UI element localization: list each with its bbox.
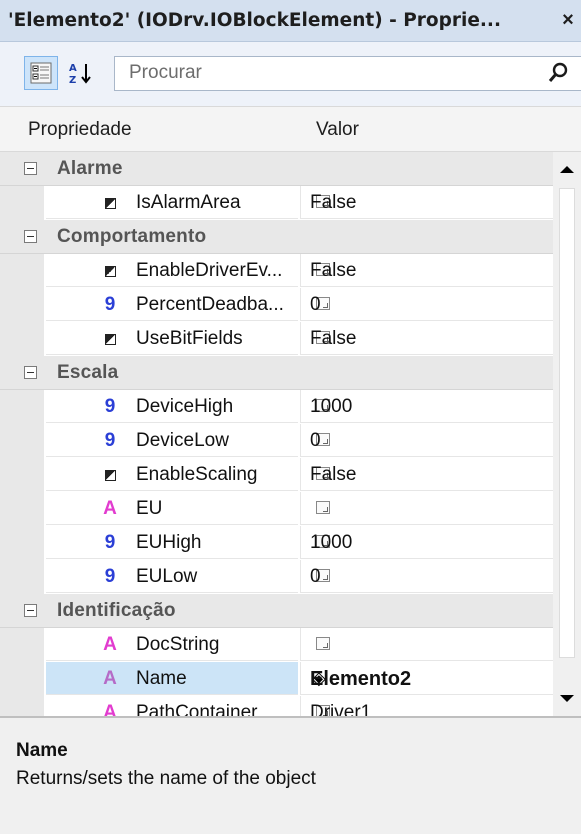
column-header-property: Propriedade: [28, 119, 132, 140]
boolean-icon: [100, 465, 120, 485]
property-value[interactable]: Elemento2: [310, 668, 411, 691]
search-input[interactable]: [115, 57, 529, 88]
property-value[interactable]: False: [310, 192, 356, 214]
vertical-scrollbar[interactable]: [553, 152, 581, 716]
category-escala[interactable]: Escala: [0, 356, 553, 390]
column-header-value: Valor: [316, 119, 359, 140]
number-icon: 9: [104, 532, 116, 553]
collapse-icon[interactable]: [24, 604, 37, 617]
property-grid: Alarme IsAlarmArea False Comportamento E…: [0, 152, 553, 716]
property-name: Name: [136, 668, 187, 689]
number-icon: 9: [104, 566, 116, 587]
number-icon: 9: [104, 294, 116, 315]
categorized-view-button[interactable]: [24, 56, 58, 90]
property-name: EnableScaling: [136, 464, 258, 485]
property-value[interactable]: False: [310, 260, 356, 282]
window-titlebar: 'Elemento2' (IODrv.IOBlockElement) - Pro…: [0, 0, 581, 42]
property-row[interactable]: UseBitFields False: [0, 322, 553, 356]
category-alarme[interactable]: Alarme: [0, 152, 553, 186]
collapse-icon[interactable]: [24, 230, 37, 243]
boolean-icon: [100, 261, 120, 281]
svg-text:A: A: [69, 63, 77, 74]
search-icon[interactable]: [547, 62, 569, 84]
property-value[interactable]: 0: [310, 566, 321, 588]
property-row[interactable]: EnableDriverEv... False: [0, 254, 553, 288]
scroll-thumb[interactable]: [559, 188, 575, 658]
boolean-icon: [100, 329, 120, 349]
property-row[interactable]: 9 DeviceHigh 1000: [0, 390, 553, 424]
alphabetical-sort-icon: A Z: [69, 63, 91, 85]
window-title: 'Elemento2' (IODrv.IOBlockElement) - Pro…: [8, 10, 501, 31]
collapse-icon[interactable]: [24, 366, 37, 379]
property-value[interactable]: Driver1: [310, 702, 371, 716]
categorized-view-icon: [30, 62, 52, 84]
property-row[interactable]: 9 EULow 0: [0, 560, 553, 594]
property-name: EUHigh: [136, 532, 202, 553]
property-row-selected[interactable]: A Name ◈ Elemento2: [0, 662, 553, 696]
property-row[interactable]: EnableScaling False: [0, 458, 553, 492]
property-value[interactable]: 1000: [310, 396, 352, 418]
property-value[interactable]: 1000: [310, 532, 352, 554]
property-row[interactable]: 9 EUHigh 1000: [0, 526, 553, 560]
description-text: Returns/sets the name of the object: [16, 768, 316, 789]
string-icon: A: [103, 498, 117, 519]
svg-text:Z: Z: [69, 75, 76, 85]
number-icon: 9: [104, 430, 116, 451]
property-value[interactable]: False: [310, 328, 356, 350]
property-row[interactable]: 9 PercentDeadba... 0: [0, 288, 553, 322]
property-name: DeviceLow: [136, 430, 229, 451]
property-name: UseBitFields: [136, 328, 243, 349]
alphabetical-sort-button[interactable]: A Z: [64, 56, 98, 90]
scroll-up-icon[interactable]: [560, 166, 574, 173]
grid-header: Propriedade Valor: [0, 106, 581, 152]
property-row[interactable]: A EU: [0, 492, 553, 526]
property-value[interactable]: 0: [310, 294, 321, 316]
property-name: DocString: [136, 634, 220, 655]
collapse-icon[interactable]: [24, 162, 37, 175]
property-row[interactable]: A PathContainer Driver1: [0, 696, 553, 716]
description-title: Name: [16, 740, 68, 761]
property-row[interactable]: IsAlarmArea False: [0, 186, 553, 220]
category-label: Escala: [57, 362, 119, 383]
category-identificacao[interactable]: Identificação: [0, 594, 553, 628]
category-label: Identificação: [57, 600, 176, 621]
description-panel: Name Returns/sets the name of the object: [0, 716, 581, 834]
toolbar: A Z: [0, 42, 581, 106]
string-icon: A: [103, 634, 117, 655]
close-icon[interactable]: ×: [557, 9, 579, 32]
string-icon: A: [103, 668, 117, 689]
search-box: [114, 56, 581, 91]
property-row[interactable]: 9 DeviceLow 0: [0, 424, 553, 458]
property-name: PathContainer: [136, 702, 258, 716]
scroll-down-icon[interactable]: [560, 695, 574, 702]
property-value[interactable]: False: [310, 464, 356, 486]
property-name: PercentDeadba...: [136, 294, 284, 315]
property-name: EULow: [136, 566, 198, 587]
property-value[interactable]: 0: [310, 430, 321, 452]
property-name: DeviceHigh: [136, 396, 234, 417]
property-name: IsAlarmArea: [136, 192, 241, 213]
property-name: EU: [136, 498, 163, 519]
property-row[interactable]: A DocString: [0, 628, 553, 662]
category-comportamento[interactable]: Comportamento: [0, 220, 553, 254]
category-label: Alarme: [57, 158, 123, 179]
boolean-icon: [100, 193, 120, 213]
category-label: Comportamento: [57, 226, 207, 247]
number-icon: 9: [104, 396, 116, 417]
property-name: EnableDriverEv...: [136, 260, 283, 281]
string-icon: A: [103, 702, 117, 716]
